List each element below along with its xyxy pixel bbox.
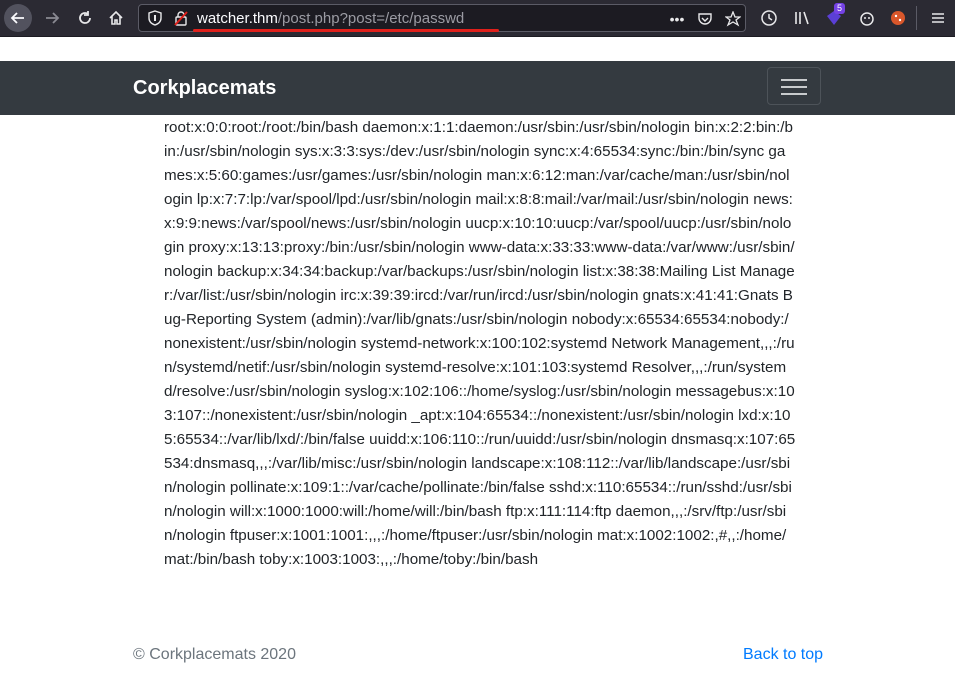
home-icon[interactable] <box>102 4 130 32</box>
pocket-icon[interactable] <box>695 9 715 29</box>
back-to-top-link[interactable]: Back to top <box>743 646 823 664</box>
extension-badge: 5 <box>834 3 846 14</box>
bookmark-star-icon[interactable] <box>723 9 743 29</box>
url-host: watcher.thm <box>197 10 278 27</box>
site-navbar: Corkplacemats <box>0 61 955 115</box>
shield-icon[interactable] <box>147 10 163 26</box>
menu-bar-icon <box>781 86 807 88</box>
library-icon[interactable] <box>790 6 814 30</box>
browser-toolbar: watcher.thm/post.php?post=/etc/passwd ••… <box>0 0 955 37</box>
history-icon[interactable] <box>757 6 781 30</box>
reload-icon[interactable] <box>71 4 99 32</box>
foxyproxy-icon[interactable] <box>855 6 879 30</box>
cookie-editor-icon[interactable] <box>886 6 910 30</box>
navbar-brand[interactable]: Corkplacemats <box>133 77 276 100</box>
navbar-toggle-button[interactable] <box>767 67 821 105</box>
footer-copyright: © Corkplacemats 2020 <box>133 646 296 663</box>
menu-bar-icon <box>781 79 807 81</box>
hamburger-menu-icon[interactable] <box>926 6 950 30</box>
url-text[interactable]: watcher.thm/post.php?post=/etc/passwd <box>197 10 464 27</box>
more-options-icon[interactable]: ••• <box>667 9 687 29</box>
forward-arrow-icon[interactable] <box>38 4 66 32</box>
post-content: root:x:0:0:root:/root:/bin/bash daemon:x… <box>164 119 796 568</box>
url-highlight-underline <box>193 29 499 32</box>
insecure-lock-icon[interactable] <box>173 10 189 26</box>
back-arrow-icon[interactable] <box>4 4 32 32</box>
url-bar[interactable]: watcher.thm/post.php?post=/etc/passwd ••… <box>138 4 746 32</box>
menu-bar-icon <box>781 93 807 95</box>
url-path: /post.php?post=/etc/passwd <box>277 10 465 27</box>
toolbar-separator <box>916 6 917 30</box>
